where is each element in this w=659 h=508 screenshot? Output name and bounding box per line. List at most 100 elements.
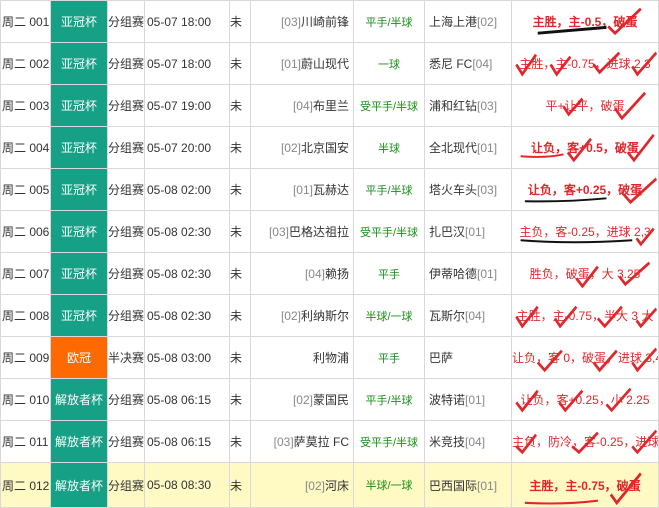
league-badge[interactable]: 亚冠杯 [50, 42, 108, 85]
match-row[interactable]: 周二 006 亚冠杯 分组赛 05-08 02:30 未 [03]巴格达祖拉 受… [0, 210, 659, 253]
match-row[interactable]: 周二 005 亚冠杯 分组赛 05-08 02:00 未 [01]瓦赫达 平手/… [0, 168, 659, 211]
away-team-name[interactable]: 扎巴汉 [429, 225, 465, 239]
home-team-cell[interactable]: [02]蒙国民 [250, 378, 354, 421]
match-row[interactable]: 周二 010 解放者杯 分组赛 05-08 06:15 未 [02]蒙国民 平手… [0, 378, 659, 421]
prediction-text: 让负，客+0.25，破蛋 [527, 183, 643, 197]
match-status: 未 [229, 420, 251, 463]
away-team-name[interactable]: 浦和红钻 [429, 99, 477, 113]
home-team-cell[interactable]: [02]北京国安 [250, 126, 354, 169]
away-team-rank: [04] [465, 435, 486, 449]
league-badge[interactable]: 亚冠杯 [50, 210, 108, 253]
league-badge[interactable]: 解放者杯 [50, 462, 108, 508]
prediction-result-cell: 主负，客-0.25，进球 2,3 [511, 210, 659, 253]
home-team-cell[interactable]: [03]巴格达祖拉 [250, 210, 354, 253]
away-team-name[interactable]: 悉尼 FC [429, 57, 472, 71]
away-team-cell[interactable]: 瓦斯尔[04] [424, 294, 512, 337]
home-team-cell[interactable]: [01]蔚山现代 [250, 42, 354, 85]
away-team-cell[interactable]: 扎巴汉[01] [424, 210, 512, 253]
match-row[interactable]: 周二 008 亚冠杯 分组赛 05-08 02:30 未 [02]利纳斯尔 半球… [0, 294, 659, 337]
home-team-name[interactable]: 蒙国民 [313, 393, 349, 407]
home-team-rank: [02] [280, 309, 301, 323]
home-team-cell[interactable]: [03]川崎前锋 [250, 0, 354, 43]
away-team-name[interactable]: 巴西国际 [429, 479, 477, 493]
away-team-name[interactable]: 上海上港 [429, 15, 477, 29]
match-row[interactable]: 周二 003 亚冠杯 分组赛 05-07 19:00 未 [04]布里兰 受平手… [0, 84, 659, 127]
away-team-name[interactable]: 瓦斯尔 [429, 309, 465, 323]
match-row[interactable]: 周二 001 亚冠杯 分组赛 05-07 18:00 未 [03]川崎前锋 平手… [0, 0, 659, 43]
match-status: 未 [229, 84, 251, 127]
away-team-name[interactable]: 全北现代 [429, 141, 477, 155]
league-badge[interactable]: 亚冠杯 [50, 168, 108, 211]
kickoff-time: 05-08 06:15 [144, 378, 230, 421]
league-badge[interactable]: 亚冠杯 [50, 0, 108, 43]
away-team-cell[interactable]: 巴萨 [424, 336, 512, 379]
away-team-name[interactable]: 波特诺 [429, 393, 465, 407]
handicap-label: 平手/半球 [353, 168, 425, 211]
home-team-name[interactable]: 利物浦 [313, 351, 349, 365]
match-status: 未 [229, 126, 251, 169]
home-team-cell[interactable]: [01]瓦赫达 [250, 168, 354, 211]
kickoff-time: 05-08 08:30 [144, 462, 230, 508]
away-team-name[interactable]: 伊蒂哈德 [429, 267, 477, 281]
stage-label: 分组赛 [107, 462, 145, 508]
home-team-name[interactable]: 萨莫拉 FC [294, 435, 349, 449]
league-badge[interactable]: 解放者杯 [50, 420, 108, 463]
match-row[interactable]: 周二 012 解放者杯 分组赛 05-08 08:30 未 [02]河床 半球/… [0, 462, 659, 508]
match-row[interactable]: 周二 007 亚冠杯 分组赛 05-08 02:30 未 [04]赖扬 平手 伊… [0, 252, 659, 295]
handicap-label: 受平手/半球 [353, 84, 425, 127]
prediction-text: 胜负，破蛋，大 3.25 [529, 267, 641, 281]
home-team-name[interactable]: 河床 [325, 479, 349, 493]
away-team-cell[interactable]: 塔火车头[03] [424, 168, 512, 211]
league-badge[interactable]: 解放者杯 [50, 378, 108, 421]
league-badge[interactable]: 亚冠杯 [50, 126, 108, 169]
home-team-name[interactable]: 北京国安 [301, 141, 349, 155]
home-team-cell[interactable]: [04]赖扬 [250, 252, 354, 295]
match-row[interactable]: 周二 004 亚冠杯 分组赛 05-07 20:00 未 [02]北京国安 半球… [0, 126, 659, 169]
league-badge[interactable]: 亚冠杯 [50, 252, 108, 295]
match-row[interactable]: 周二 002 亚冠杯 分组赛 05-07 18:00 未 [01]蔚山现代 一球… [0, 42, 659, 85]
prediction-result-cell: 主胜，主-0.75，破蛋 [511, 462, 659, 508]
away-team-rank: [01] [465, 393, 486, 407]
kickoff-time: 05-08 03:00 [144, 336, 230, 379]
away-team-cell[interactable]: 全北现代[01] [424, 126, 512, 169]
prediction-text: 让负，客+0.25，小 2.25 [520, 393, 650, 407]
away-team-cell[interactable]: 浦和红钻[03] [424, 84, 512, 127]
away-team-name[interactable]: 巴萨 [429, 351, 453, 365]
home-team-name[interactable]: 巴格达祖拉 [289, 225, 349, 239]
league-badge[interactable]: 亚冠杯 [50, 84, 108, 127]
home-team-name[interactable]: 蔚山现代 [301, 57, 349, 71]
handicap-label: 平手 [353, 252, 425, 295]
away-team-cell[interactable]: 悉尼 FC[04] [424, 42, 512, 85]
league-badge[interactable]: 欧冠 [50, 336, 108, 379]
home-team-cell[interactable]: [02]河床 [250, 462, 354, 508]
match-row[interactable]: 周二 009 欧冠 半决赛 05-08 03:00 未 利物浦 平手 巴萨 让负… [0, 336, 659, 379]
home-team-name[interactable]: 赖扬 [325, 267, 349, 281]
match-status: 未 [229, 336, 251, 379]
prediction-result-cell: 主胜，主-0.75，进球 2,3 [511, 42, 659, 85]
home-team-cell[interactable]: [02]利纳斯尔 [250, 294, 354, 337]
away-team-cell[interactable]: 波特诺[01] [424, 378, 512, 421]
match-number: 周二 003 [0, 84, 51, 127]
away-team-cell[interactable]: 上海上港[02] [424, 0, 512, 43]
away-team-cell[interactable]: 米竞技[04] [424, 420, 512, 463]
home-team-cell[interactable]: [03]萨莫拉 FC [250, 420, 354, 463]
away-team-name[interactable]: 米竞技 [429, 435, 465, 449]
away-team-cell[interactable]: 巴西国际[01] [424, 462, 512, 508]
home-team-cell[interactable]: 利物浦 [250, 336, 354, 379]
home-team-name[interactable]: 利纳斯尔 [301, 309, 349, 323]
match-status: 未 [229, 252, 251, 295]
away-team-cell[interactable]: 伊蒂哈德[01] [424, 252, 512, 295]
home-team-name[interactable]: 瓦赫达 [313, 183, 349, 197]
match-number: 周二 001 [0, 0, 51, 43]
league-badge[interactable]: 亚冠杯 [50, 294, 108, 337]
kickoff-time: 05-07 18:00 [144, 42, 230, 85]
home-team-cell[interactable]: [04]布里兰 [250, 84, 354, 127]
match-row[interactable]: 周二 011 解放者杯 分组赛 05-08 06:15 未 [03]萨莫拉 FC… [0, 420, 659, 463]
stage-label: 分组赛 [107, 420, 145, 463]
match-status: 未 [229, 378, 251, 421]
home-team-name[interactable]: 川崎前锋 [301, 15, 349, 29]
kickoff-time: 05-08 02:30 [144, 294, 230, 337]
home-team-name[interactable]: 布里兰 [313, 99, 349, 113]
prediction-text: 让负，客 0，破蛋，进球 3,4 [512, 351, 659, 365]
away-team-name[interactable]: 塔火车头 [429, 183, 477, 197]
